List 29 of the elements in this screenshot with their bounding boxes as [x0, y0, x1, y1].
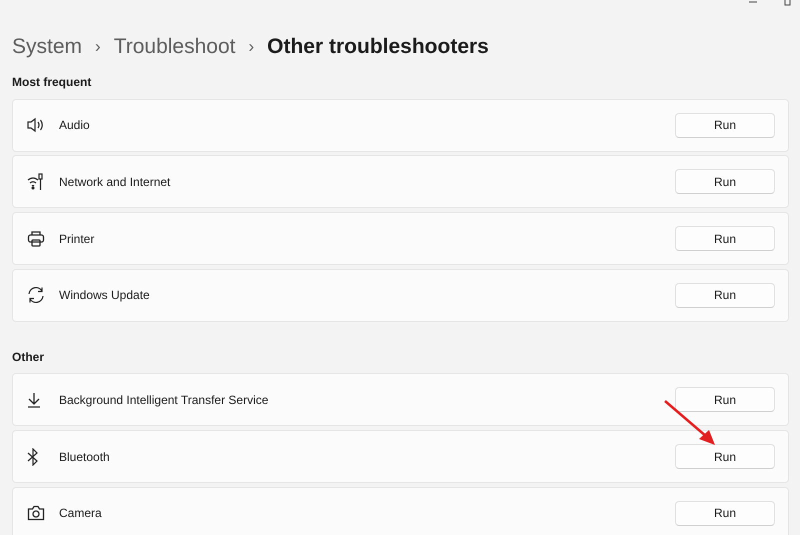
run-button[interactable]: Run: [675, 444, 775, 470]
breadcrumb-item[interactable]: Troubleshoot: [114, 35, 236, 59]
troubleshooter-name: Bluetooth: [59, 450, 111, 464]
speaker-icon: [27, 117, 45, 134]
troubleshooter-name: Windows Update: [59, 288, 151, 302]
troubleshooter-name: Printer: [59, 232, 96, 246]
run-button[interactable]: Run: [675, 500, 775, 526]
section-heading: Other: [12, 348, 46, 366]
run-button[interactable]: Run: [675, 169, 775, 194]
run-button[interactable]: Run: [675, 112, 775, 138]
troubleshooter-name: Camera: [59, 506, 103, 520]
wifi-icon: [27, 172, 45, 191]
breadcrumb-item: Other troubleshooters: [267, 35, 489, 59]
troubleshooter-name: Network and Internet: [59, 174, 172, 189]
troubleshooter-name: Background Intelligent Transfer Service: [59, 392, 270, 407]
troubleshooter-name: Audio: [59, 118, 91, 132]
bluetooth-icon: [27, 448, 39, 466]
download-icon: [27, 392, 41, 408]
breadcrumb-separator: ›: [95, 37, 101, 57]
sync-icon: [27, 286, 45, 304]
printer-icon: [27, 230, 45, 247]
restore-icon[interactable]: [784, 0, 792, 6]
section-heading: Most frequent: [12, 74, 92, 91]
run-button[interactable]: Run: [675, 226, 775, 252]
run-button[interactable]: Run: [675, 282, 775, 308]
camera-icon: [27, 505, 45, 522]
run-button[interactable]: Run: [675, 387, 775, 412]
breadcrumb-item[interactable]: System: [12, 35, 82, 59]
breadcrumb-separator: ›: [248, 37, 254, 57]
